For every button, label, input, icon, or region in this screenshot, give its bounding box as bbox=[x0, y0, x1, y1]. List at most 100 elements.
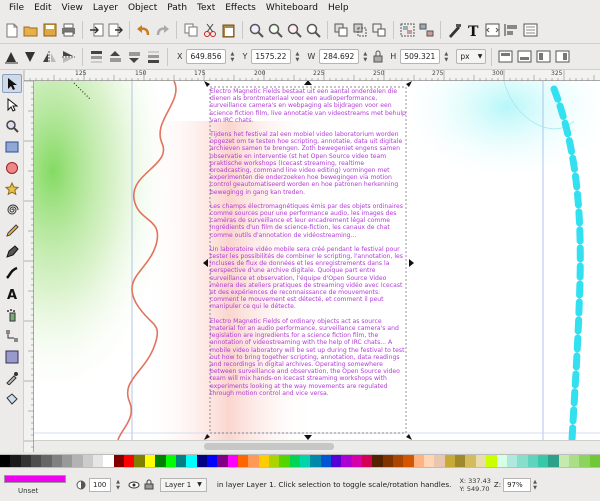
zoom-selection-button[interactable] bbox=[248, 21, 265, 40]
handle-top-mid[interactable] bbox=[304, 81, 312, 85]
lock-proportions-button[interactable] bbox=[371, 47, 384, 66]
color-swatch[interactable] bbox=[279, 455, 290, 467]
ellipse-tool[interactable] bbox=[2, 158, 22, 177]
text-tool[interactable]: A bbox=[2, 284, 22, 303]
menu-layer[interactable]: Layer bbox=[88, 0, 123, 17]
color-swatch[interactable] bbox=[527, 455, 538, 467]
h-field[interactable]: 509.321 bbox=[400, 49, 441, 64]
align-distribute-button[interactable] bbox=[503, 21, 520, 40]
color-swatch[interactable] bbox=[331, 455, 342, 467]
color-swatch[interactable] bbox=[506, 455, 518, 467]
color-swatch[interactable] bbox=[568, 455, 580, 467]
scale-corners-button[interactable] bbox=[516, 47, 533, 66]
color-swatch[interactable] bbox=[372, 455, 383, 467]
paint-bucket-tool[interactable] bbox=[2, 389, 22, 408]
raise-button[interactable] bbox=[107, 47, 124, 66]
selector-tool[interactable] bbox=[1, 74, 22, 93]
y-field[interactable]: 1575.22 bbox=[251, 49, 292, 64]
rectangle-tool[interactable] bbox=[2, 137, 22, 156]
lower-to-bottom-button[interactable] bbox=[145, 47, 162, 66]
layer-select[interactable]: Layer 1 ▼ bbox=[160, 477, 207, 492]
color-swatch[interactable] bbox=[155, 455, 166, 467]
eye-icon[interactable] bbox=[128, 480, 140, 490]
print-button[interactable] bbox=[60, 21, 77, 40]
color-swatch[interactable] bbox=[558, 455, 569, 467]
export-button[interactable] bbox=[107, 21, 124, 40]
new-document-button[interactable] bbox=[3, 21, 20, 40]
pen-tool[interactable] bbox=[2, 242, 22, 261]
unit-select[interactable]: px ▼ bbox=[456, 49, 487, 64]
copy-button[interactable] bbox=[182, 21, 199, 40]
color-swatch[interactable] bbox=[424, 455, 435, 467]
color-swatch[interactable] bbox=[206, 455, 218, 467]
color-swatch[interactable] bbox=[227, 455, 238, 467]
color-swatch[interactable] bbox=[310, 455, 321, 467]
color-swatch[interactable] bbox=[113, 455, 125, 467]
spray-tool[interactable] bbox=[2, 305, 22, 324]
menu-edit[interactable]: Edit bbox=[29, 0, 56, 17]
h-spinner[interactable]: ▲ ▼ bbox=[442, 49, 450, 64]
paste-button[interactable] bbox=[220, 21, 237, 40]
color-swatch[interactable] bbox=[217, 455, 228, 467]
color-swatch[interactable] bbox=[31, 455, 42, 467]
w-field[interactable]: 284.692 bbox=[319, 49, 360, 64]
ungroup-button[interactable] bbox=[418, 21, 435, 40]
calligraphy-tool[interactable] bbox=[2, 263, 22, 282]
fill-stroke-indicator[interactable]: Unset bbox=[4, 471, 70, 499]
color-swatch[interactable] bbox=[434, 455, 445, 467]
color-swatch[interactable] bbox=[455, 455, 466, 467]
color-swatch[interactable] bbox=[362, 455, 373, 467]
star-tool[interactable] bbox=[2, 179, 22, 198]
menu-path[interactable]: Path bbox=[162, 0, 192, 17]
zoom-spinner[interactable]: ▲ ▼ bbox=[531, 477, 539, 492]
flip-horizontal-button[interactable] bbox=[41, 47, 58, 66]
handle-mid-right[interactable] bbox=[409, 259, 414, 267]
color-swatch[interactable] bbox=[393, 455, 404, 467]
color-swatch[interactable] bbox=[82, 455, 94, 467]
group-button[interactable] bbox=[399, 21, 416, 40]
color-swatch[interactable] bbox=[413, 455, 425, 467]
fill-stroke-button[interactable] bbox=[446, 21, 463, 40]
transform-gradient-button[interactable] bbox=[535, 47, 552, 66]
color-swatch[interactable] bbox=[248, 455, 259, 467]
y-spinner[interactable]: ▲ ▼ bbox=[293, 49, 301, 64]
color-swatch[interactable] bbox=[20, 455, 32, 467]
color-swatch[interactable] bbox=[589, 455, 600, 467]
color-swatch[interactable] bbox=[196, 455, 207, 467]
color-swatch[interactable] bbox=[186, 455, 197, 467]
color-swatch[interactable] bbox=[299, 455, 311, 467]
unlink-clone-button[interactable] bbox=[371, 21, 388, 40]
color-swatch[interactable] bbox=[0, 455, 11, 467]
menu-help[interactable]: Help bbox=[323, 0, 354, 17]
color-swatch[interactable] bbox=[382, 455, 394, 467]
color-swatch[interactable] bbox=[72, 455, 83, 467]
document-text-block[interactable]: Electro Magnetic Fields bestaat uit een … bbox=[210, 88, 406, 434]
horizontal-scrollbar[interactable] bbox=[34, 440, 600, 452]
menu-effects[interactable]: Effects bbox=[220, 0, 261, 17]
color-swatch[interactable] bbox=[41, 455, 52, 467]
color-swatch[interactable] bbox=[175, 455, 187, 467]
color-swatch[interactable] bbox=[62, 455, 73, 467]
color-swatch[interactable] bbox=[10, 455, 21, 467]
color-swatch[interactable] bbox=[486, 455, 497, 467]
node-tool[interactable] bbox=[2, 95, 22, 114]
xml-editor-button[interactable] bbox=[484, 21, 501, 40]
import-button[interactable] bbox=[88, 21, 105, 40]
color-swatch[interactable] bbox=[289, 455, 300, 467]
menu-view[interactable]: View bbox=[57, 0, 88, 17]
color-swatch[interactable] bbox=[351, 455, 363, 467]
opacity-field[interactable]: 100 bbox=[89, 477, 111, 492]
pencil-tool[interactable] bbox=[2, 221, 22, 240]
color-swatch[interactable] bbox=[165, 455, 176, 467]
zoom-page-button[interactable] bbox=[286, 21, 303, 40]
zoom-field[interactable]: 97% bbox=[503, 477, 532, 492]
color-swatch[interactable] bbox=[496, 455, 507, 467]
drawing-canvas[interactable]: Electro Magnetic Fields bestaat uit een … bbox=[34, 81, 600, 440]
scrollbar-thumb[interactable] bbox=[204, 443, 334, 450]
flip-vertical-button[interactable] bbox=[60, 47, 77, 66]
handle-top-right[interactable] bbox=[406, 81, 412, 87]
undo-button[interactable] bbox=[135, 21, 152, 40]
redo-button[interactable] bbox=[154, 21, 171, 40]
color-swatch[interactable] bbox=[144, 455, 156, 467]
spiral-tool[interactable] bbox=[2, 200, 22, 219]
